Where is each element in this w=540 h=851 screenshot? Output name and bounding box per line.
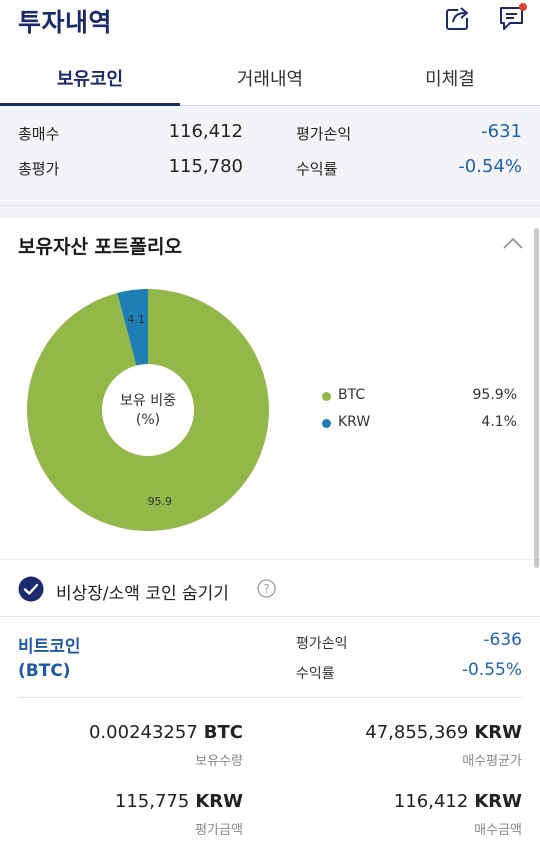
hide-small-coins-row[interactable]: 비상장/소액 코인 숨기기 ?: [0, 559, 540, 617]
buy-amount-value: 116,412: [393, 791, 469, 812]
section-spacer: [0, 206, 540, 218]
donut-center-label-line1: 보유 비중: [120, 393, 176, 409]
total-buy-label: 총매수: [18, 125, 60, 143]
portfolio-title: 보유자산 포트폴리오: [18, 236, 182, 258]
donut-label-krw: 4.1: [127, 313, 144, 326]
eval-amount: 115,775 KRW: [18, 791, 243, 812]
holding-amount-value: 0.00243257: [88, 722, 198, 743]
hide-small-coins-label[interactable]: 비상장/소액 코인 숨기기: [56, 579, 229, 604]
coin-return-value: -0.55%: [461, 660, 522, 680]
coin-divider: [18, 697, 522, 698]
portfolio-section: 보유자산 포트폴리오 보유 비중 (%) 4.1 95.9 BTC 95.9% K…: [0, 218, 540, 559]
legend-name-btc: BTC: [338, 387, 366, 403]
coin-pnl-label: 평가손익: [296, 636, 348, 652]
total-buy-value: 116,412: [168, 121, 243, 142]
scrollbar[interactable]: [534, 228, 539, 568]
coin-card-btc[interactable]: 비트코인 (BTC) 평가손익 -636 수익률 -0.55% 0.002432…: [0, 617, 540, 851]
eval-amount-unit: KRW: [195, 791, 243, 812]
legend-pct-krw: 4.1%: [481, 414, 517, 430]
legend-item-btc: BTC 95.9%: [322, 386, 517, 406]
total-eval-value: 115,780: [168, 156, 243, 177]
legend-name-krw: KRW: [338, 414, 371, 430]
holding-amount-unit: BTC: [203, 722, 243, 743]
eval-amount-value: 115,775: [114, 791, 190, 812]
notification-dot: [519, 3, 527, 11]
return-value: -0.54%: [458, 156, 522, 177]
tab-unfilled[interactable]: 미체결: [360, 50, 540, 106]
legend-pct-btc: 95.9%: [472, 387, 517, 403]
buy-amount-unit: KRW: [474, 791, 522, 812]
coin-return-label: 수익률: [296, 666, 335, 682]
summary-panel: 총매수 116,412 총평가 115,780 평가손익 -631 수익률 -0…: [0, 106, 540, 206]
checkbox-checked-icon[interactable]: [18, 576, 44, 602]
coin-name-korean: 비트코인: [18, 637, 81, 657]
buy-amount: 116,412 KRW: [290, 791, 522, 812]
page-title: 투자내역: [18, 8, 113, 37]
return-label: 수익률: [296, 160, 338, 178]
legend-item-krw: KRW 4.1%: [322, 413, 517, 433]
coin-name[interactable]: 비트코인 (BTC): [18, 635, 81, 683]
tab-transactions[interactable]: 거래내역: [180, 50, 360, 106]
donut-label-btc: 95.9: [148, 495, 173, 508]
chevron-up-icon[interactable]: [502, 236, 524, 250]
legend-dot-krw: [322, 419, 331, 428]
app-header: 투자내역: [0, 0, 540, 50]
avg-buy-price: 47,855,369 KRW: [290, 722, 522, 743]
eval-amount-label: 평가금액: [195, 823, 243, 838]
total-eval-label: 총평가: [18, 160, 60, 178]
holding-amount-label: 보유수량: [195, 754, 243, 769]
holding-amount: 0.00243257 BTC: [18, 722, 243, 743]
donut-center-label-line2: (%): [136, 412, 160, 428]
coin-ticker: (BTC): [18, 661, 71, 681]
avg-buy-price-label: 매수평균가: [462, 754, 522, 769]
coin-pnl-value: -636: [483, 630, 522, 650]
portfolio-donut-chart: 보유 비중 (%) 4.1 95.9: [27, 289, 270, 531]
legend-dot-btc: [322, 392, 331, 401]
pnl-value: -631: [481, 121, 522, 142]
avg-buy-price-value: 47,855,369: [365, 722, 469, 743]
tab-bar: 보유코인 거래내역 미체결: [0, 50, 540, 106]
pnl-label: 평가손익: [296, 125, 352, 143]
buy-amount-label: 매수금액: [474, 823, 522, 838]
help-glyph: ?: [263, 582, 269, 596]
help-icon[interactable]: ?: [257, 579, 276, 598]
tab-holdings[interactable]: 보유코인: [0, 50, 180, 106]
avg-buy-price-unit: KRW: [474, 722, 522, 743]
share-icon[interactable]: [444, 4, 472, 32]
